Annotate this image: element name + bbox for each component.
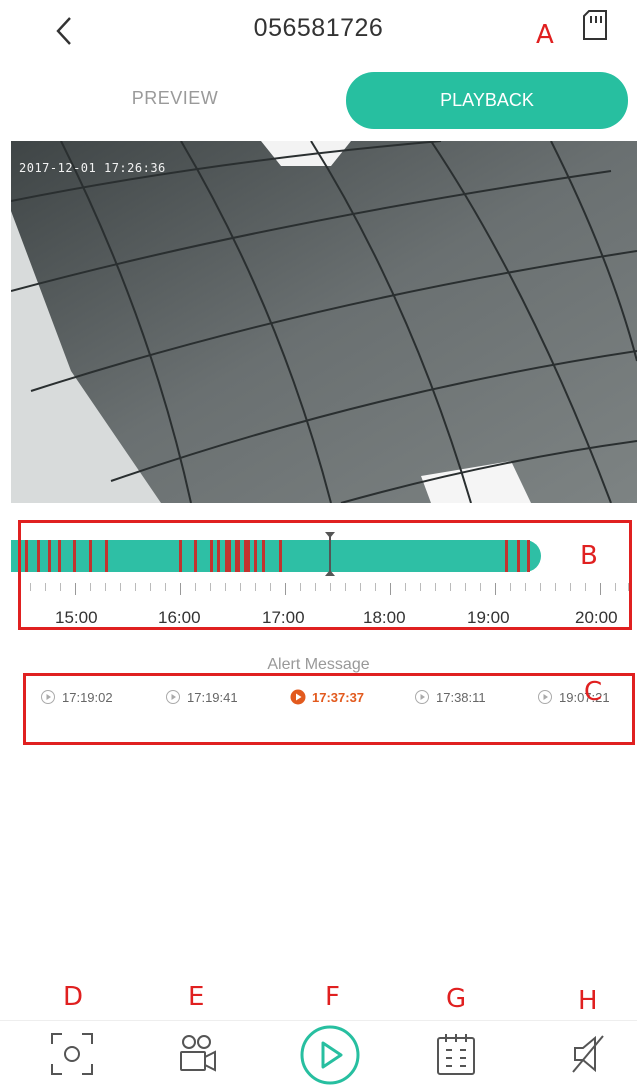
video-player[interactable]	[11, 141, 637, 503]
annotation-box-b	[18, 520, 632, 630]
screenshot-icon[interactable]	[48, 1030, 96, 1078]
annotation-g: G	[446, 984, 467, 1014]
tab-playback[interactable]: PLAYBACK	[346, 72, 628, 129]
play-icon[interactable]	[299, 1024, 361, 1086]
record-icon[interactable]	[173, 1030, 221, 1078]
annotation-e: E	[188, 982, 205, 1012]
annotation-f: F	[325, 982, 340, 1012]
annotation-c: C	[584, 677, 603, 707]
ceiling-video-frame	[11, 141, 637, 503]
sd-card-icon[interactable]	[580, 8, 610, 42]
toolbar-divider	[0, 1020, 637, 1021]
calendar-icon[interactable]	[432, 1030, 480, 1078]
annotation-a: A	[536, 20, 554, 50]
mute-icon[interactable]	[565, 1030, 613, 1078]
tab-preview[interactable]: PREVIEW	[60, 88, 290, 109]
video-timestamp: 2017-12-01 17:26:36	[19, 161, 166, 175]
annotation-h: H	[578, 986, 598, 1016]
alert-message-title: Alert Message	[267, 656, 370, 673]
annotation-b: B	[580, 541, 598, 571]
annotation-box-c	[23, 673, 635, 745]
annotation-d: D	[63, 982, 84, 1012]
